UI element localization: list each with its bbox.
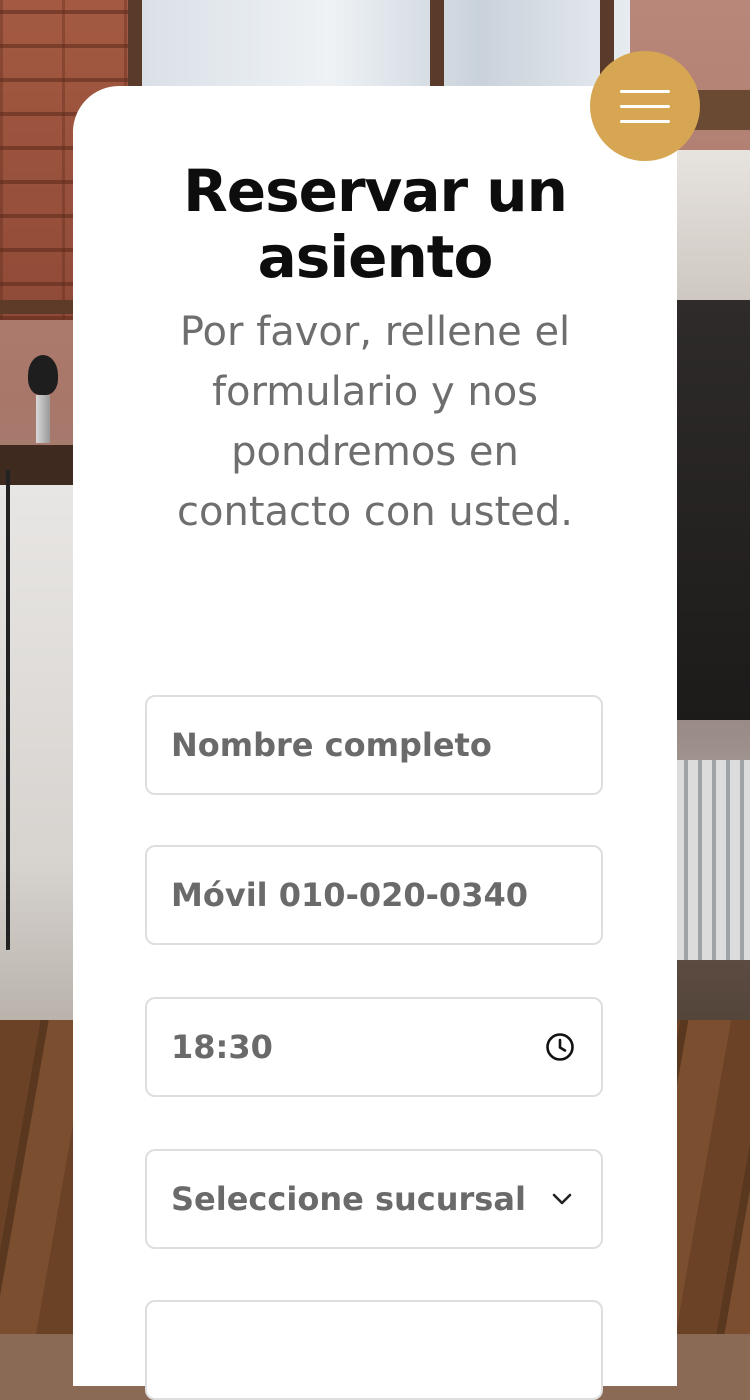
branch-select[interactable]: Seleccione sucursal <box>145 1149 603 1249</box>
clock-icon[interactable] <box>545 1032 575 1062</box>
mobile-placeholder: Móvil 010-020-0340 <box>171 876 528 914</box>
page-title: Reservar un asiento <box>183 157 568 291</box>
full-name-field[interactable]: Nombre completo <box>145 695 603 795</box>
chevron-down-icon[interactable] <box>549 1186 575 1212</box>
full-name-placeholder: Nombre completo <box>171 726 492 764</box>
background-cable <box>6 470 32 950</box>
additional-field[interactable] <box>145 1300 603 1400</box>
hamburger-icon-bar <box>620 104 670 108</box>
hamburger-icon <box>620 89 670 93</box>
hamburger-icon-bar <box>620 119 670 123</box>
menu-button[interactable] <box>590 51 700 161</box>
time-value: 18:30 <box>171 1028 273 1066</box>
mobile-field[interactable]: Móvil 010-020-0340 <box>145 845 603 945</box>
branch-placeholder: Seleccione sucursal <box>171 1180 526 1218</box>
time-field[interactable]: 18:30 <box>145 997 603 1097</box>
reservation-card: Reservar un asiento Por favor, rellene e… <box>73 86 677 1400</box>
background-brush <box>28 355 58 445</box>
page-subtitle: Por favor, rellene el formulario y nos p… <box>177 309 573 535</box>
